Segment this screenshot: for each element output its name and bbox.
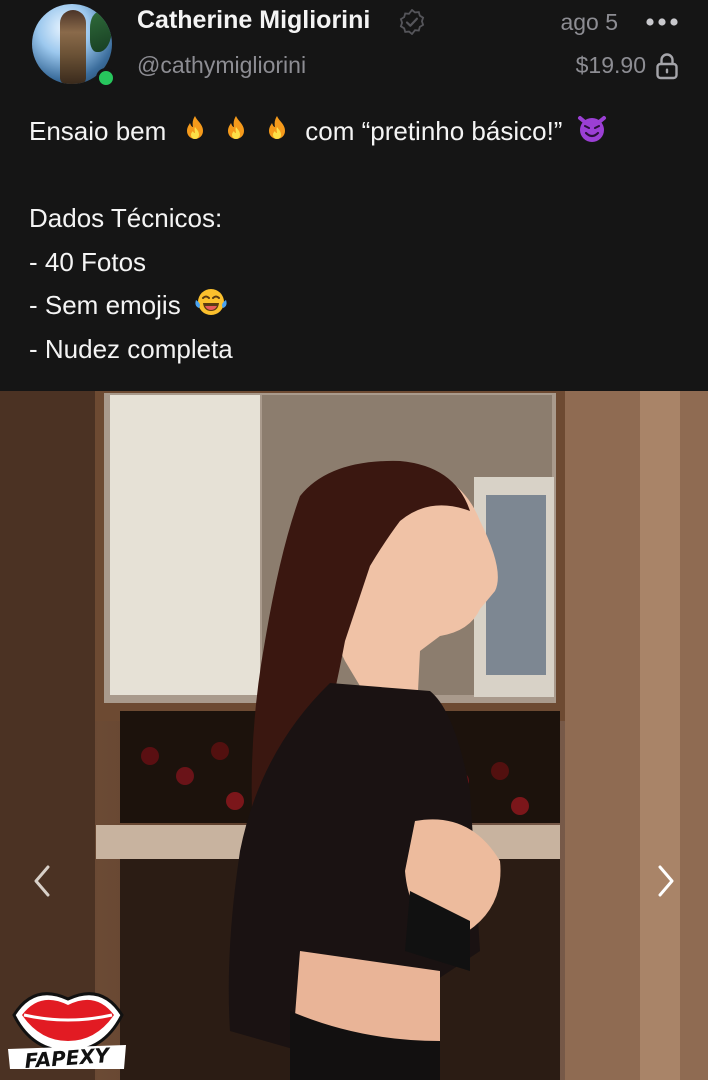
watermark-logo: FAPEXY — [8, 992, 126, 1071]
verified-badge-icon — [399, 9, 425, 35]
smiling-imp-emoji-icon — [577, 116, 606, 142]
post-media[interactable]: FAPEXY — [0, 391, 708, 1080]
post-price: $19.90 — [575, 52, 646, 78]
avatar-figure — [60, 10, 86, 84]
caption-line: - 40 Fotos — [29, 246, 147, 277]
post-date: ago 5 — [560, 9, 618, 35]
author-handle[interactable]: @cathymigliorini — [137, 52, 306, 79]
previous-image-arrow-icon[interactable] — [28, 861, 56, 901]
caption-text: - Sem emojis — [29, 290, 181, 320]
caption-text: Ensaio bem — [29, 116, 167, 146]
post-photo — [0, 391, 708, 1080]
watermark-text: FAPEXY — [24, 1043, 113, 1071]
fire-emoji-icon — [186, 116, 203, 139]
caption-text-after: com “pretinho básico!” — [305, 116, 563, 146]
next-image-arrow-icon[interactable] — [652, 861, 680, 901]
caption-line: - Sem emojis — [29, 284, 689, 328]
caption-line: Dados Técnicos: — [29, 203, 223, 233]
lock-icon — [656, 53, 678, 80]
fire-emoji-icon — [269, 116, 286, 139]
online-status-indicator — [96, 68, 116, 88]
caption-line: - Nudez completa — [29, 333, 233, 364]
caption-line: Ensaio bem com “pretinho básico!” — [29, 110, 689, 154]
more-options-icon[interactable] — [644, 13, 680, 31]
post-caption: Ensaio bem com “pretinho básico!” Dados … — [29, 110, 689, 371]
author-name[interactable]: Catherine Migliorini — [137, 6, 370, 35]
post-header: Catherine Migliorini @cathymigliorini ag… — [0, 0, 708, 100]
caption-line — [29, 154, 689, 198]
fire-emoji-icon — [227, 116, 244, 139]
avatar-background — [90, 12, 112, 52]
face-with-tears-of-joy-emoji-icon — [195, 289, 227, 315]
